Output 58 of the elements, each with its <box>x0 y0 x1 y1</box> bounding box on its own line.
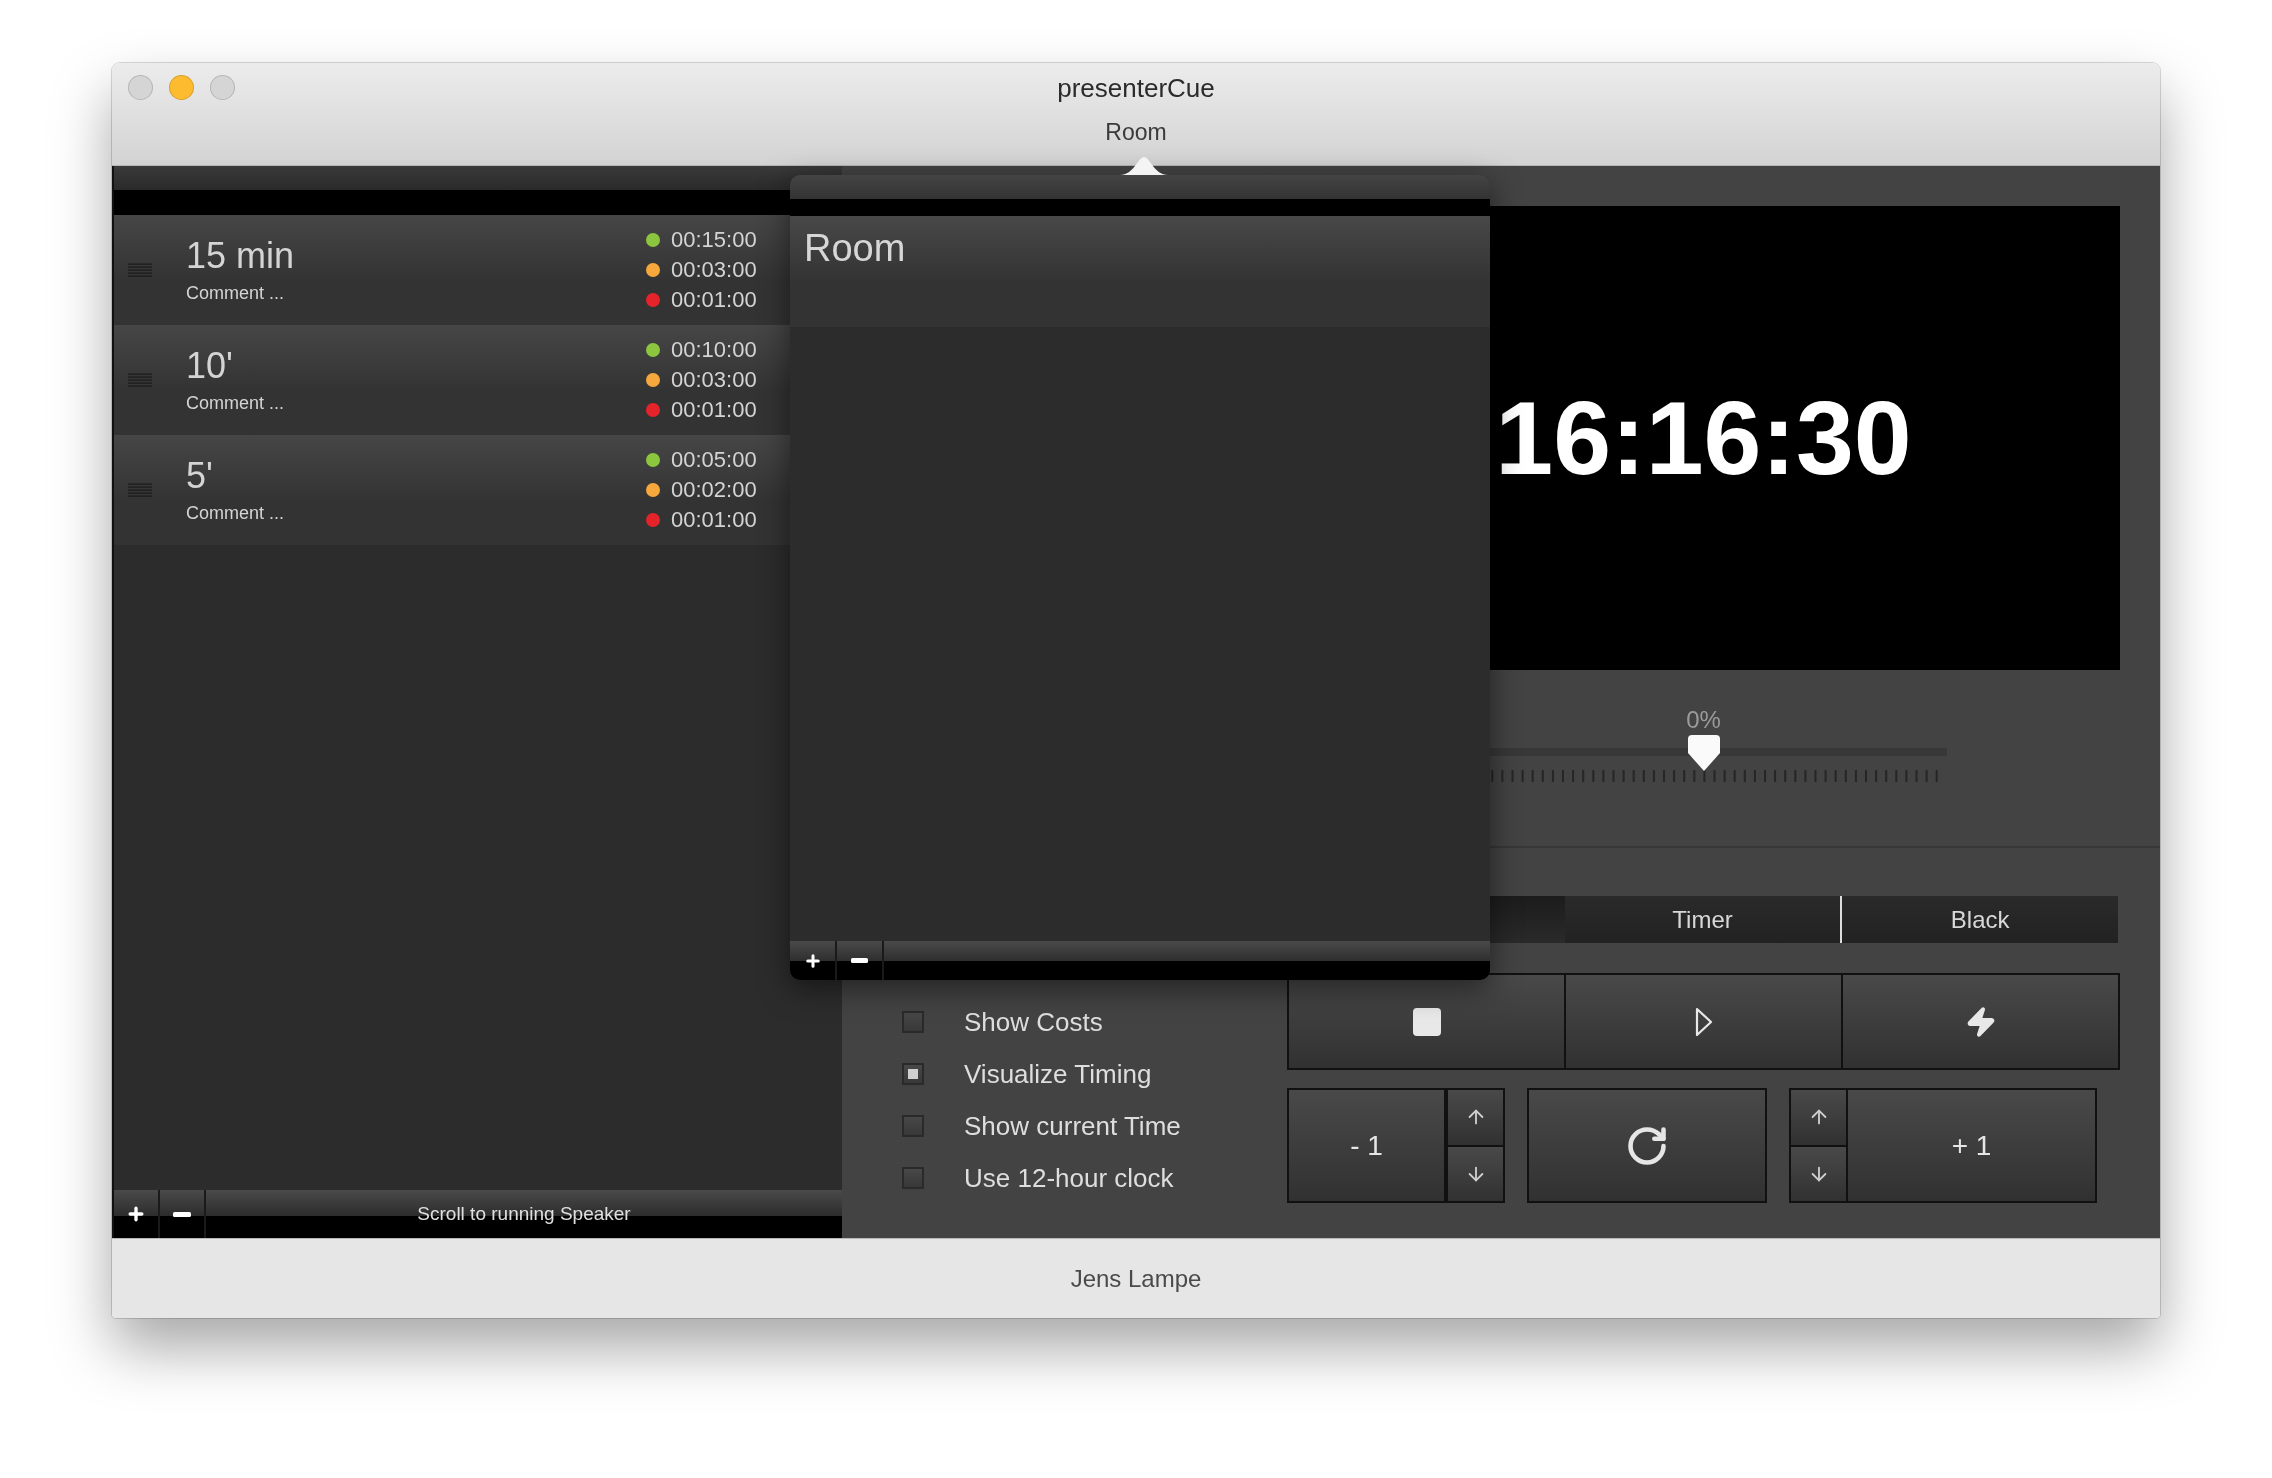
time-value: 00:15:00 <box>671 227 757 253</box>
drag-handle-icon[interactable] <box>128 373 152 387</box>
time-value: 00:03:00 <box>671 367 757 393</box>
drag-handle-icon[interactable] <box>128 263 152 277</box>
toolbar-label: Room <box>1105 119 1167 145</box>
time-value: 00:01:00 <box>671 287 757 313</box>
speaker-comment: Comment ... <box>186 502 286 524</box>
down-button[interactable] <box>1791 1146 1846 1201</box>
option-label: Show Costs <box>964 1006 1103 1038</box>
time-value: 00:05:00 <box>671 447 757 473</box>
plus-icon <box>126 1204 146 1224</box>
mode-tab[interactable]: Timer <box>1564 896 1841 943</box>
reset-button[interactable] <box>1529 1090 1765 1201</box>
checkbox[interactable] <box>902 1115 924 1137</box>
checkbox[interactable] <box>902 1167 924 1189</box>
option-label: Visualize Timing <box>964 1058 1152 1090</box>
mode-tab[interactable]: Black <box>1840 896 2118 943</box>
slider-thumb[interactable] <box>1687 735 1720 771</box>
time-value: 00:03:00 <box>671 257 757 283</box>
slider-reading: 0% <box>1686 706 1721 734</box>
speaker-comment: Comment ... <box>186 282 286 304</box>
speaker-title: 15 min <box>186 236 296 276</box>
speaker-row[interactable]: 15 min Comment ... 00:15:00 00:03:00 00:01:00 <box>114 215 790 325</box>
option-label: Use 12-hour clock <box>964 1162 1174 1194</box>
stop-icon <box>1412 1007 1441 1036</box>
popover-pointer <box>1120 155 1168 175</box>
speaker-title: 5' <box>186 456 214 496</box>
minus-icon <box>851 958 868 963</box>
checkbox[interactable] <box>902 1011 924 1033</box>
play-icon <box>1694 1006 1713 1037</box>
time-value: 00:01:00 <box>671 507 757 533</box>
time-value: 00:10:00 <box>671 337 757 363</box>
window-title: presenterCue <box>1057 73 1215 103</box>
minus-icon <box>173 1211 191 1217</box>
room-row[interactable]: Room <box>790 216 1490 327</box>
speaker-row[interactable]: 5' Comment ... 00:05:00 00:02:00 00:01:00 <box>114 435 790 545</box>
close-window-icon[interactable] <box>128 75 153 100</box>
zoom-window-icon[interactable] <box>210 75 235 100</box>
room-name: Room <box>804 226 907 270</box>
speaker-title: 10' <box>186 346 234 386</box>
speaker-row[interactable]: 10' Comment ... 00:10:00 00:03:00 00:01:00 <box>114 325 790 435</box>
time-value: 00:01:00 <box>671 397 757 423</box>
down-button[interactable] <box>1448 1146 1503 1201</box>
stop-button[interactable] <box>1289 975 1566 1068</box>
minus-one-button[interactable]: - 1 <box>1289 1090 1446 1201</box>
minimize-window-icon[interactable] <box>169 75 194 100</box>
option-label: Show current Time <box>964 1110 1181 1142</box>
plus-one-button[interactable]: + 1 <box>1848 1090 2095 1201</box>
time-value: 00:02:00 <box>671 477 757 503</box>
drag-handle-icon[interactable] <box>128 483 152 497</box>
clock-time: 16:16:30 <box>1495 383 1912 493</box>
status-text: Jens Lampe <box>1070 1264 1202 1293</box>
up-button[interactable] <box>1791 1090 1846 1147</box>
scroll-button[interactable]: Scroll to running Speaker <box>206 1190 842 1238</box>
speaker-comment: Comment ... <box>186 392 286 414</box>
up-button[interactable] <box>1448 1090 1503 1147</box>
checkbox[interactable] <box>902 1063 924 1085</box>
plus-icon <box>803 951 822 970</box>
